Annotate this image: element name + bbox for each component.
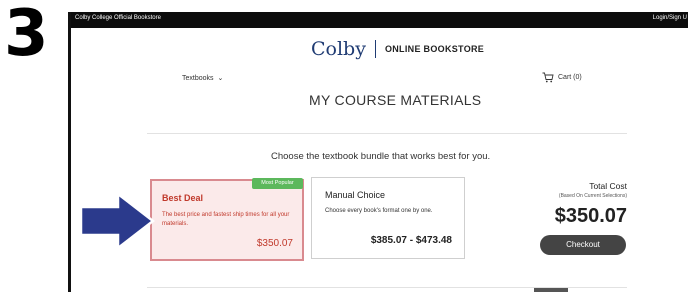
total-cost-subtitle: (Based On Current Selections) xyxy=(558,193,627,199)
textbooks-menu[interactable]: Textbooks ⌄ xyxy=(182,74,223,82)
total-cost-label: Total Cost xyxy=(589,181,627,191)
divider xyxy=(147,133,627,134)
page-title: MY COURSE MATERIALS xyxy=(309,92,482,108)
colby-logo: Colby xyxy=(311,38,366,60)
total-cost-price: $350.07 xyxy=(554,205,627,227)
store-name: ONLINE BOOKSTORE xyxy=(384,44,485,54)
manual-choice-title: Manual Choice xyxy=(325,190,386,200)
best-deal-title: Best Deal xyxy=(162,193,204,203)
best-deal-description: The best price and fastest ship times fo… xyxy=(162,212,290,227)
partial-element xyxy=(534,288,568,292)
textbooks-label: Textbooks xyxy=(182,75,214,82)
pointer-arrow-icon xyxy=(79,191,156,251)
brand-separator xyxy=(374,40,376,58)
best-deal-price: $350.07 xyxy=(256,238,293,249)
manual-choice-card[interactable]: Manual Choice Choose every book's format… xyxy=(311,177,465,259)
step-number: 3 xyxy=(4,0,49,71)
cart-icon xyxy=(542,72,554,83)
cart-label: Cart (0) xyxy=(558,74,582,81)
most-popular-badge: Most Popular xyxy=(252,178,303,189)
best-deal-card[interactable]: Best Deal The best price and fastest shi… xyxy=(150,179,304,261)
login-link[interactable]: Login/Sign U xyxy=(653,15,687,21)
browser-frame: Colby College Official Bookstore Login/S… xyxy=(68,12,688,292)
manual-choice-price: $385.07 - $473.48 xyxy=(370,235,452,246)
store-link[interactable]: Colby College Official Bookstore xyxy=(75,15,161,21)
checkout-button[interactable]: Checkout xyxy=(540,235,626,255)
instruction-text: Choose the textbook bundle that works be… xyxy=(271,151,491,162)
top-bar: Colby College Official Bookstore Login/S… xyxy=(71,12,688,28)
cart-button[interactable]: Cart (0) xyxy=(542,72,582,83)
manual-choice-description: Choose every book's format one by one. xyxy=(325,208,433,214)
chevron-down-icon: ⌄ xyxy=(217,75,224,82)
brand-header[interactable]: Colby ONLINE BOOKSTORE xyxy=(311,38,484,60)
